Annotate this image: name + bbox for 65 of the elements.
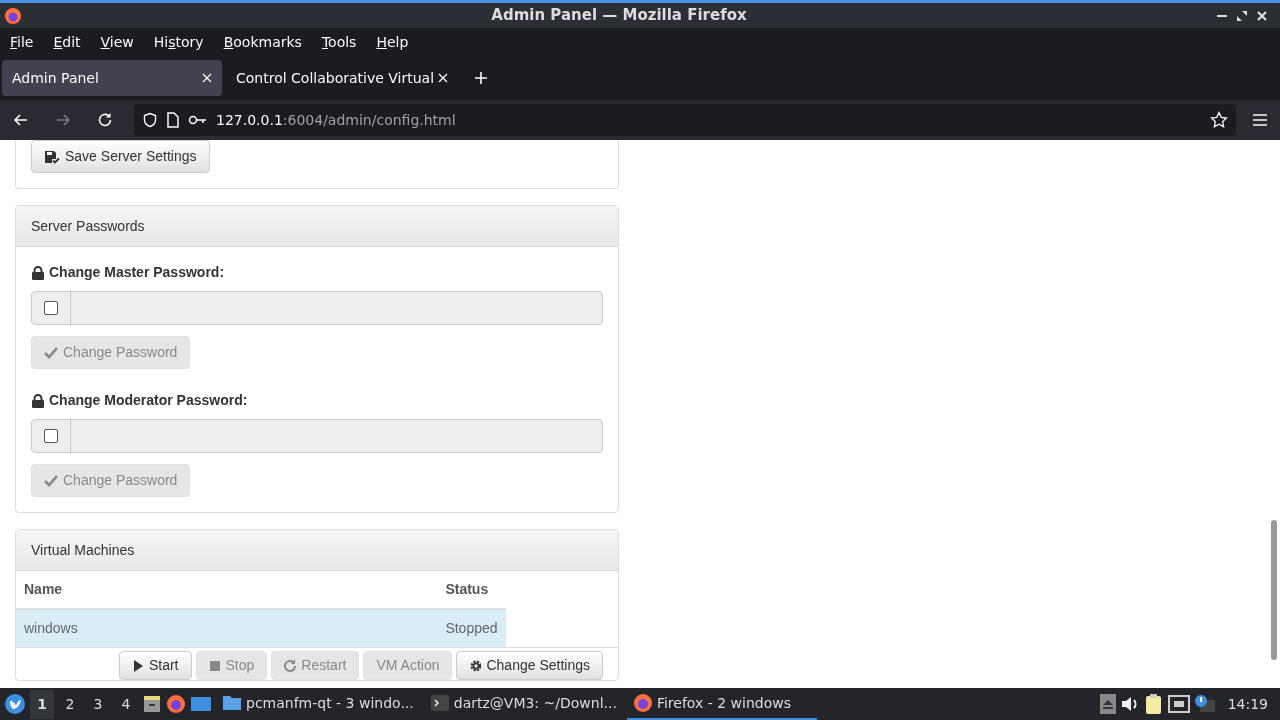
firefox-logo-icon — [4, 6, 22, 25]
stop-icon — [208, 658, 221, 673]
workspace-button[interactable]: 1 — [30, 689, 54, 719]
menu-item[interactable]: History — [143, 31, 214, 53]
checkbox[interactable] — [44, 429, 58, 443]
clock: 14:19 — [1226, 694, 1269, 714]
close-icon[interactable] — [1256, 9, 1268, 22]
save-icon — [44, 149, 60, 164]
eject-icon[interactable] — [1099, 694, 1116, 714]
browser-tab[interactable]: Control Collaborative Virtual — [226, 60, 459, 96]
menu-item[interactable]: Tools — [311, 31, 367, 53]
firefox-logo-icon — [632, 693, 653, 713]
shield-icon — [142, 112, 158, 128]
action-button[interactable]: Start — [118, 651, 192, 680]
table-cell: Stopped — [437, 609, 506, 648]
menu-item[interactable]: View — [90, 31, 144, 53]
reload-icon — [284, 658, 297, 673]
clipboard-icon[interactable] — [1143, 693, 1164, 715]
menu-item[interactable]: File — [0, 31, 44, 53]
workspace-button[interactable]: 3 — [86, 689, 110, 719]
table-cell: windows — [16, 609, 438, 648]
close-tab-icon[interactable] — [438, 73, 449, 83]
reload-icon[interactable] — [96, 111, 114, 129]
password-field[interactable] — [31, 291, 603, 325]
menu-icon[interactable] — [1252, 113, 1268, 127]
firefox-logo-icon[interactable] — [166, 694, 186, 714]
start-menu-icon[interactable] — [4, 693, 26, 715]
new-tab-icon[interactable] — [474, 71, 489, 85]
monitor-icon[interactable] — [190, 694, 212, 714]
menu-item[interactable]: Help — [366, 31, 419, 53]
save-server-settings-button[interactable]: Save Server Settings — [31, 140, 210, 173]
lock-icon — [31, 393, 45, 408]
notification-icon[interactable] — [1193, 694, 1216, 714]
terminal-icon — [429, 693, 450, 713]
password-field[interactable] — [31, 419, 603, 453]
play-icon — [131, 658, 144, 673]
field-label: Change Moderator Password: — [49, 391, 248, 410]
checkbox[interactable] — [44, 301, 58, 315]
taskbar-button[interactable]: Firefox - 2 windows — [626, 688, 817, 720]
address-bar[interactable]: 127.0.0.1:6004/admin/config.html — [134, 104, 1236, 136]
gear-icon — [469, 658, 482, 673]
menu-item[interactable]: Edit — [43, 31, 91, 53]
menu-item[interactable]: Bookmarks — [213, 31, 312, 53]
taskbar-button[interactable]: dartz@VM3: ~/Downl... — [423, 688, 623, 720]
lock-icon — [31, 265, 45, 280]
folder-icon — [222, 693, 242, 713]
check-icon — [44, 474, 58, 487]
workspace-button[interactable]: 4 — [114, 689, 138, 719]
workspace-button[interactable]: 2 — [58, 689, 82, 719]
close-tab-icon[interactable] — [202, 73, 212, 83]
maximize-icon[interactable] — [1236, 9, 1248, 22]
field-label: Change Master Password: — [49, 263, 225, 282]
url-text: 127.0.0.1:6004/admin/config.html — [216, 110, 457, 130]
star-icon[interactable] — [1210, 111, 1228, 129]
page-icon — [166, 112, 180, 128]
file-cabinet-icon[interactable] — [142, 694, 162, 714]
action-button[interactable]: Change Settings — [456, 651, 603, 680]
panel-title: Virtual Machines — [31, 540, 135, 560]
browser-tab[interactable]: Admin Panel — [2, 60, 222, 96]
check-icon — [44, 346, 58, 359]
key-icon — [188, 113, 208, 127]
scrollbar-thumb[interactable] — [1271, 520, 1277, 660]
taskbar-button[interactable]: pcmanfm-qt - 3 windo... — [216, 688, 420, 720]
panel-title: Server Passwords — [31, 216, 145, 236]
window-title: Admin Panel — Mozilla Firefox — [490, 5, 748, 27]
